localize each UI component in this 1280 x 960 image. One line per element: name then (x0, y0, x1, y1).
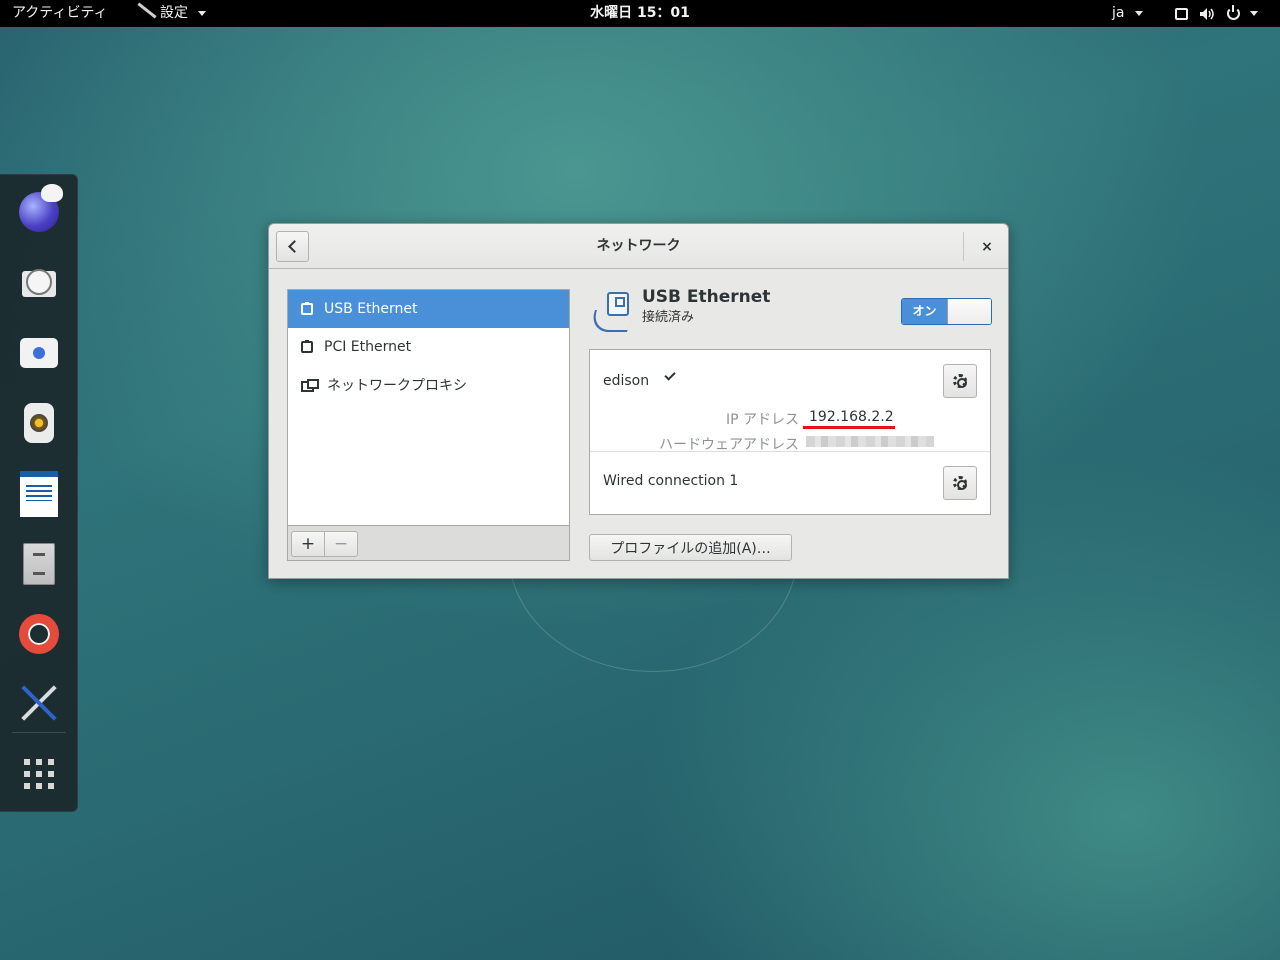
dropdown-arrow-icon (1134, 10, 1143, 16)
document-writer-icon[interactable] (14, 469, 64, 519)
chat-icon[interactable] (14, 328, 64, 378)
settings-tools-icon[interactable] (14, 678, 64, 728)
dropdown-arrow-icon (198, 11, 206, 16)
show-applications-icon[interactable] (14, 749, 64, 799)
device-list: USB Ethernet PCI Ethernet ネットワークプロキシ + − (287, 289, 570, 561)
app-menu-label: 設定 (160, 5, 188, 21)
app-menu[interactable]: 設定 (134, 0, 206, 27)
device-name: USB Ethernet (642, 287, 771, 307)
device-label: USB Ethernet (324, 301, 418, 317)
hardware-address-label: ハードウェアアドレス (659, 437, 799, 453)
connection-name: Wired connection 1 (603, 473, 739, 489)
ip-address-label: IP アドレス (725, 412, 799, 428)
proxy-icon (301, 379, 319, 392)
device-label: PCI Ethernet (324, 339, 412, 355)
dash-separator (12, 732, 66, 733)
connection-profiles: edison IP アドレス 192.168.2.2 ハードウェアアドレス Wi… (589, 349, 991, 515)
chevron-left-icon (288, 240, 301, 253)
ethernet-icon (301, 302, 313, 315)
switch-on-label: オン (902, 299, 947, 324)
add-profile-button[interactable]: プロファイルの追加(A)… (589, 534, 792, 561)
activities-button[interactable]: アクティビティ (12, 0, 108, 27)
settings-tools-icon (134, 0, 156, 27)
back-button[interactable] (276, 231, 309, 262)
header-separator (963, 232, 964, 261)
close-button[interactable]: × (973, 232, 1001, 261)
connection-name: edison (603, 373, 650, 389)
list-toolbar: + − (288, 525, 569, 560)
wired-network-icon (586, 288, 637, 336)
gear-icon (953, 374, 967, 388)
header-bar: ネットワーク × (269, 224, 1008, 269)
file-cabinet-icon[interactable] (14, 539, 64, 589)
checkmark-icon (664, 369, 676, 381)
window-title: ネットワーク (596, 238, 681, 254)
top-bar: アクティビティ 設定 水曜日 15：01 ja (0, 0, 1280, 27)
add-device-button[interactable]: + (291, 531, 325, 557)
ip-address-value: 192.168.2.2 (809, 409, 894, 425)
connection-profile-row[interactable]: Wired connection 1 (590, 453, 990, 514)
language-label: ja (1112, 5, 1125, 21)
language-indicator[interactable]: ja (1112, 0, 1143, 27)
connection-profile-row[interactable]: edison IP アドレス 192.168.2.2 ハードウェアアドレス (590, 350, 990, 453)
mail-clock-icon[interactable] (14, 259, 64, 309)
profile-settings-button[interactable] (943, 364, 977, 398)
device-item-network-proxy[interactable]: ネットワークプロキシ (288, 366, 569, 404)
music-player-icon[interactable] (14, 398, 64, 448)
ethernet-icon (301, 340, 313, 353)
switch-knob (947, 299, 991, 324)
device-power-switch[interactable]: オン (901, 298, 992, 325)
connection-status: 接続済み (642, 310, 695, 325)
screen-icon (1172, 0, 1190, 27)
clock[interactable]: 水曜日 15：01 (590, 5, 690, 21)
hardware-address-redacted (806, 436, 934, 447)
dash (0, 174, 78, 812)
help-lifebuoy-icon[interactable] (14, 609, 64, 659)
device-label: ネットワークプロキシ (327, 378, 467, 394)
gear-icon (953, 476, 967, 490)
power-icon (1224, 0, 1242, 27)
system-menu[interactable] (1172, 0, 1258, 27)
volume-icon (1198, 0, 1216, 27)
device-item-pci-ethernet[interactable]: PCI Ethernet (288, 328, 569, 366)
dropdown-arrow-icon (1250, 11, 1258, 16)
remove-device-button[interactable]: − (324, 531, 358, 557)
device-item-usb-ethernet[interactable]: USB Ethernet (288, 290, 569, 328)
profile-settings-button[interactable] (943, 466, 977, 500)
ip-highlight-underline (803, 426, 895, 429)
network-settings-window: ネットワーク × USB Ethernet PCI Ethernet ネットワー… (268, 223, 1009, 579)
web-browser-icon[interactable] (14, 184, 64, 237)
